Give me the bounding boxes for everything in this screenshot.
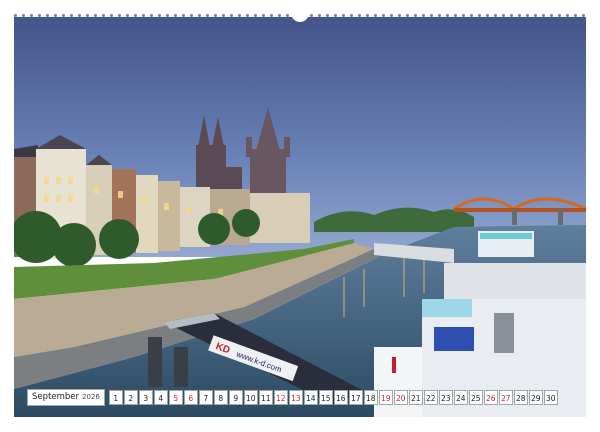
day-cell: 8 — [213, 390, 228, 405]
calendar-page: KD www.k-d.com September 2026 1 2 3 4 5 6 7 8 9 10… — [0, 0, 600, 432]
day-cell: 11 — [258, 390, 273, 405]
day-cell: 20 — [393, 390, 408, 405]
day-cell: 17 — [348, 390, 363, 405]
day-cell: 27 — [498, 390, 513, 405]
day-cell: 2 — [123, 390, 138, 405]
day-cell: 5 — [168, 390, 183, 405]
month-label: September 2026 — [27, 389, 105, 406]
day-cell: 12 — [273, 390, 288, 405]
day-cell: 18 — [363, 390, 378, 405]
day-cell: 6 — [183, 390, 198, 405]
cologne-riverfront-photo: KD www.k-d.com — [14, 17, 586, 417]
day-cell: 16 — [333, 390, 348, 405]
day-cell: 25 — [468, 390, 483, 405]
day-cell: 15 — [318, 390, 333, 405]
day-cell: 29 — [528, 390, 543, 405]
day-cell: 1 — [108, 390, 123, 405]
day-cell: 13 — [288, 390, 303, 405]
photo-illustration: KD www.k-d.com — [14, 17, 586, 417]
day-cell: 22 — [423, 390, 438, 405]
day-cell: 26 — [483, 390, 498, 405]
calendar-strip: September 2026 1 2 3 4 5 6 7 8 9 10 11 12 13 14 15 16 17 1… — [27, 389, 558, 406]
day-cell: 23 — [438, 390, 453, 405]
day-cell: 19 — [378, 390, 393, 405]
day-cell: 24 — [453, 390, 468, 405]
day-cells: 1 2 3 4 5 6 7 8 9 10 11 12 13 14 15 16 17 18 19 20 21 22 23 24 2… — [108, 390, 558, 405]
day-cell: 7 — [198, 390, 213, 405]
day-cell: 21 — [408, 390, 423, 405]
day-cell: 4 — [153, 390, 168, 405]
day-cell: 10 — [243, 390, 258, 405]
day-cell: 3 — [138, 390, 153, 405]
day-cell: 14 — [303, 390, 318, 405]
month-name: September — [32, 392, 79, 402]
year-label: 2026 — [81, 393, 100, 401]
day-cell: 9 — [228, 390, 243, 405]
day-cell: 28 — [513, 390, 528, 405]
day-cell: 30 — [543, 390, 558, 405]
